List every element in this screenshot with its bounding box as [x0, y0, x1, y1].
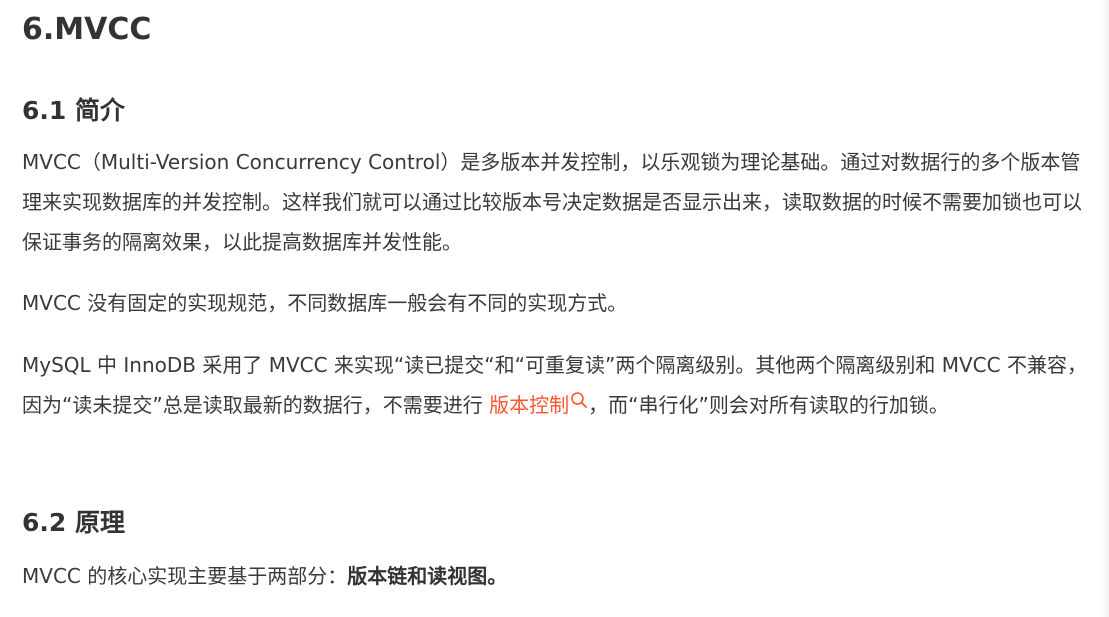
intro-paragraph-3-text-after: ，而“串行化”则会对所有读取的行加锁。	[588, 393, 949, 417]
principle-paragraph-text: MVCC 的核心实现主要基于两部分：	[22, 564, 348, 588]
version-control-link[interactable]: 版本控制	[489, 392, 588, 417]
scrollbar-edge	[1101, 0, 1109, 617]
intro-paragraph-1: MVCC（Multi-Version Concurrency Control）是…	[22, 150, 1082, 254]
version-control-link-label: 版本控制	[489, 393, 570, 417]
intro-paragraph-3: MySQL 中 InnoDB 采用了 MVCC 来实现“读已提交“和“可重复读”…	[22, 345, 1090, 425]
search-icon	[571, 392, 587, 408]
intro-paragraph-2: MVCC 没有固定的实现规范，不同数据库一般会有不同的实现方式。	[22, 291, 628, 315]
section-heading-principle: 6.2 原理	[22, 508, 125, 537]
section-heading-intro: 6.1 简介	[22, 96, 125, 125]
principle-paragraph-bold: 版本链和读视图。	[347, 564, 508, 588]
principle-paragraph: MVCC 的核心实现主要基于两部分：版本链和读视图。	[22, 556, 1090, 596]
article-title: 6.MVCC	[22, 12, 152, 47]
